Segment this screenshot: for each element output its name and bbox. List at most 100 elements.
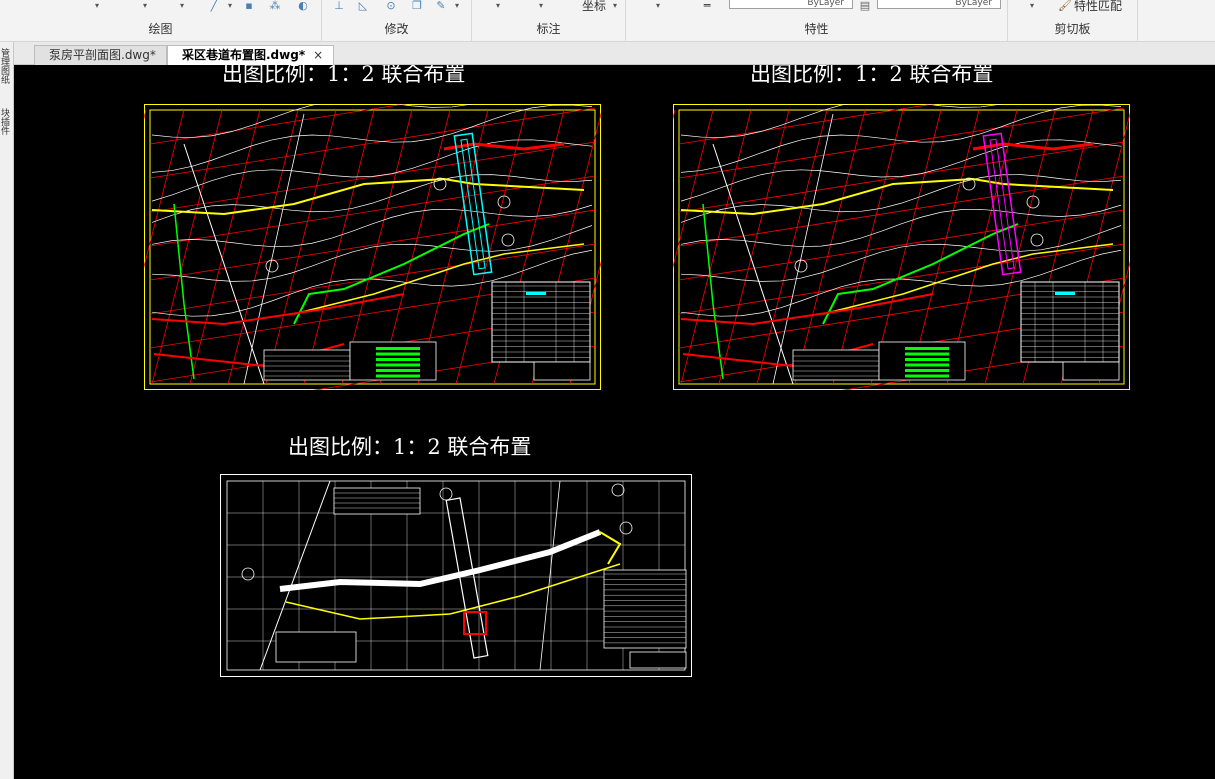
edit-tool-icon[interactable]: ✎ [434,0,448,12]
contour-line [680,174,1122,223]
grid-line [678,209,1125,281]
contour-line [680,104,1122,173]
survey-point [497,195,511,209]
linetype-icon[interactable]: ▤ [858,0,872,12]
chevron-down-icon[interactable]: ▾ [496,2,504,10]
title-block [1062,361,1120,381]
green-table-cell [905,352,949,356]
legend-swatch [1055,292,1075,295]
tab-pump-room-drawing[interactable]: 泵房平剖面图.dwg* [34,45,167,65]
properties-panel: ▾ ═ ByLayer ▤ ByLayer 特性 [626,0,1008,42]
grid-line [149,107,596,179]
layout-2-drawing[interactable] [673,104,1130,390]
grid-line [149,209,596,281]
coordinate-button[interactable]: 坐标 [582,0,606,14]
roadway-band [279,529,602,592]
legend-table [603,569,687,649]
chevron-down-icon[interactable]: ▾ [228,2,236,10]
chevron-down-icon[interactable]: ▾ [143,2,151,10]
draw-panel: ▾ ▾ ▾ ╱ ▾ ▪ ⁂ ◐ 绘图 [0,0,322,42]
survey-point [611,483,625,497]
green-table-cell [376,363,420,367]
modify-panel: ⊥ ◺ ⊙ ❐ ✎ ▾ 修改 [322,0,472,42]
grid-line [149,141,596,213]
green-table-cell [376,369,420,372]
grid-line [265,109,337,385]
green-table-cell [905,347,949,350]
green-table-cell [905,363,949,367]
copy-tool-icon[interactable]: ❐ [410,0,424,12]
legend-swatch [526,292,546,295]
grid-line [227,109,299,385]
grid-line [151,109,223,385]
hatch-tool-icon[interactable]: ⁂ [268,0,282,12]
clipboard-panel-label: 剪切板 [1054,22,1091,36]
rectangle-tool-icon[interactable]: ▪ [242,0,256,12]
grid-line [189,109,261,385]
chevron-down-icon[interactable]: ▾ [656,2,664,10]
survey-point [265,259,279,273]
green-table-cell [376,358,420,361]
shaft-column [982,132,1022,276]
chevron-down-icon[interactable]: ▾ [613,2,621,10]
tab-label: 泵房平剖面图.dwg* [49,48,156,62]
tab-label: 采区巷道布置图.dwg* [182,48,306,62]
chevron-down-icon[interactable]: ▾ [180,2,188,10]
layout-1-title: 出图比例：1：2 联合布置 [222,65,466,86]
green-table-cell [376,347,420,350]
survey-point [794,259,808,273]
ribbon: ▾ ▾ ▾ ╱ ▾ ▪ ⁂ ◐ 绘图 ⊥ ◺ ⊙ ❐ ✎ ▾ 修改 ▾ ▾ 坐标… [0,0,1215,42]
close-icon[interactable]: × [313,48,323,62]
region-tool-icon[interactable]: ◐ [296,0,310,12]
drawing-canvas[interactable]: 出图比例：1：2 联合布置 出图比例：1：2 联合布置 出图比例：1：2 联合布… [14,65,1215,779]
fault-line [539,480,561,671]
roadway-yellow [599,531,622,565]
survey-point [619,521,633,535]
roadway-yellow [151,177,585,216]
chevron-down-icon[interactable]: ▾ [95,2,103,10]
layout-3-drawing[interactable] [220,474,692,677]
top-table [333,487,421,515]
small-table [275,631,357,663]
chevron-down-icon[interactable]: ▾ [1030,2,1038,10]
move-tool-icon[interactable]: ⊥ [332,0,346,12]
fault-line [772,113,834,385]
green-table-cell [376,374,420,378]
contour-line [151,104,593,173]
survey-point [439,487,453,501]
color-bylayer-select[interactable]: ByLayer [729,0,853,9]
title-block [629,651,687,669]
block-plugin-tab[interactable]: 块插件 [1,110,13,137]
shaft-column [453,132,493,276]
title-block [533,361,591,381]
chevron-down-icon[interactable]: ▾ [539,2,547,10]
drawing-manager-tab[interactable]: 管理图纸 [1,50,13,86]
grid-line [718,109,790,385]
contour-line [151,174,593,223]
document-tab-bar: 泵房平剖面图.dwg* 采区巷道布置图.dwg* × [0,42,1215,65]
layout-2-title: 出图比例：1：2 联合布置 [750,65,994,86]
grid-line [680,109,752,385]
survey-point [1026,195,1040,209]
match-properties-icon[interactable]: 🖌 [1058,0,1072,12]
chevron-down-icon[interactable]: ▾ [455,2,463,10]
scale-tool-icon[interactable]: ◺ [356,0,370,12]
grid-line [794,109,866,385]
clipboard-panel: ▾ 🖌 特性匹配 剪切板 [1008,0,1138,42]
layout-1-drawing[interactable] [144,104,601,390]
match-properties-button[interactable]: 特性匹配 [1074,0,1122,14]
linetype-bylayer-select[interactable]: ByLayer [877,0,1001,9]
circle-tool-icon[interactable]: ⊙ [384,0,398,12]
properties-panel-label: 特性 [804,22,829,36]
lineweight-icon[interactable]: ═ [700,0,714,12]
roadway-yellow [680,177,1114,216]
layout-3-title: 出图比例：1：2 联合布置 [288,435,532,459]
survey-point [501,233,515,247]
line-tool-icon[interactable]: ╱ [207,0,221,12]
annotate-panel: ▾ ▾ 坐标 ▾ 标注 [472,0,626,42]
green-table-cell [376,352,420,356]
green-table-cell [905,374,949,378]
left-side-panel: 管理图纸 块插件 [0,42,14,779]
grid-line [756,109,828,385]
tab-roadway-layout-drawing[interactable]: 采区巷道布置图.dwg* × [167,45,335,65]
